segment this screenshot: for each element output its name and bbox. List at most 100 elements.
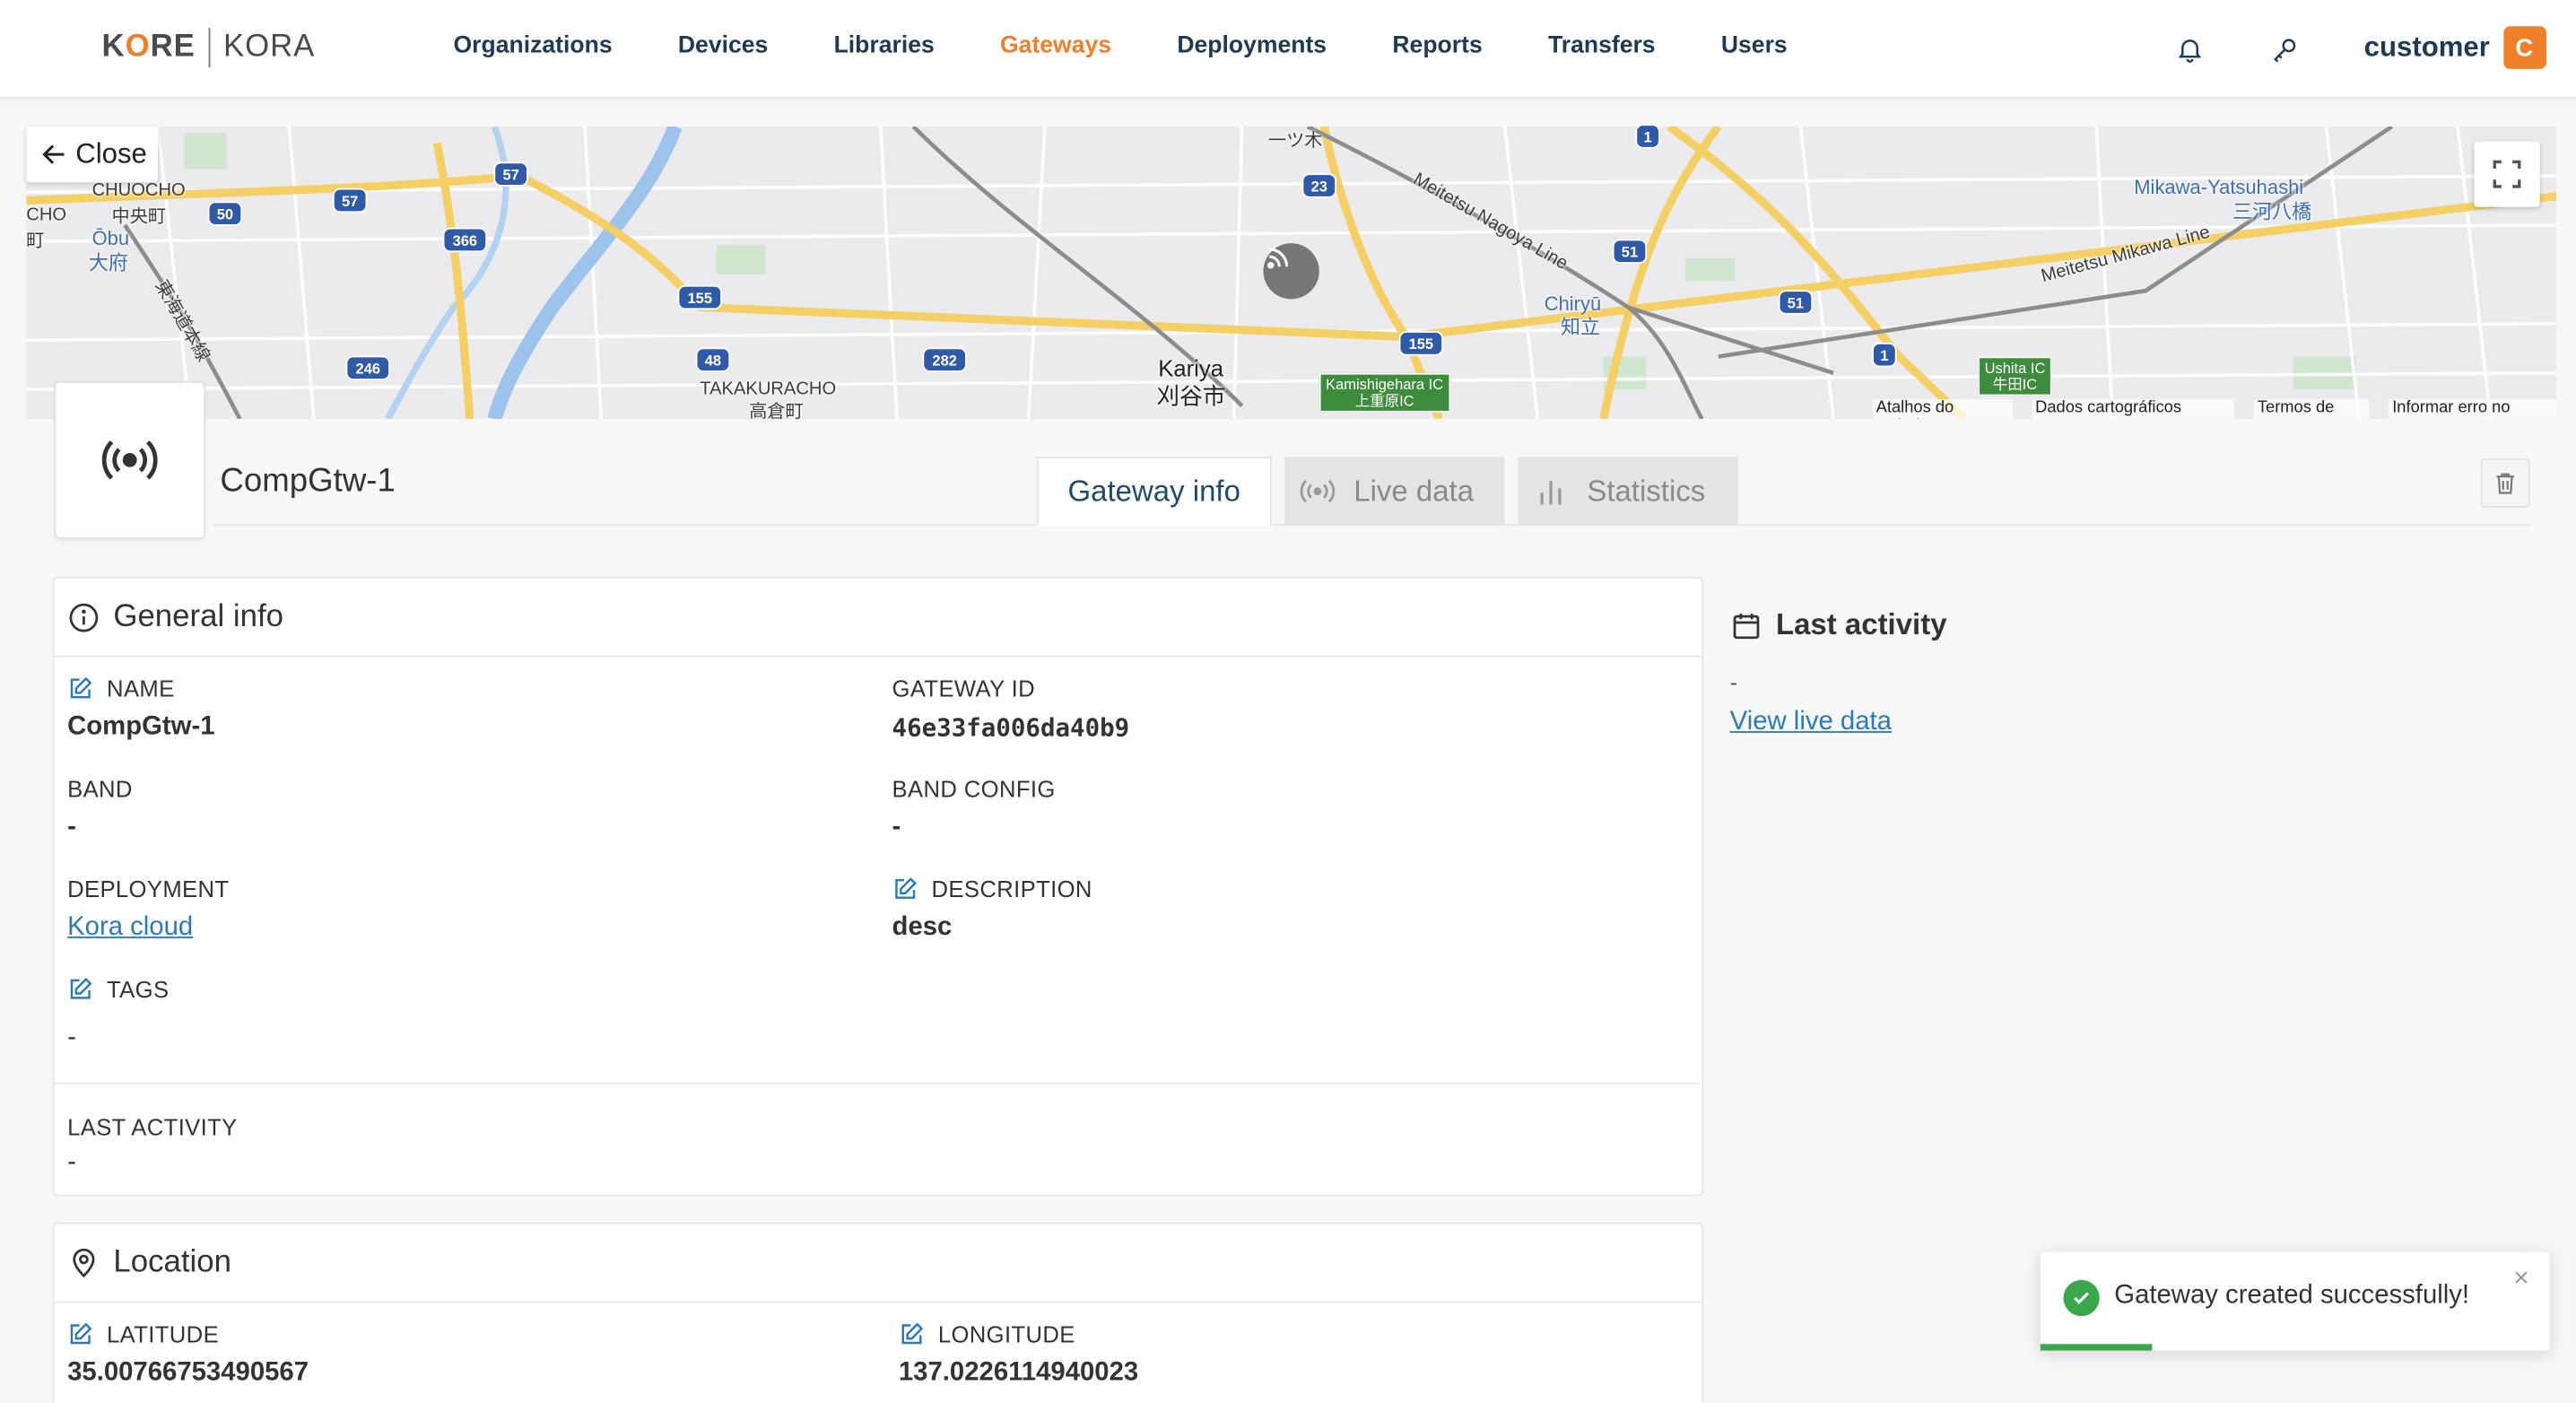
nav-gateways[interactable]: Gateways	[1000, 33, 1111, 59]
description-label: DESCRIPTION	[931, 876, 1092, 902]
logo-kora: KORA	[222, 29, 316, 65]
gateway-map-marker[interactable]	[1263, 243, 1319, 300]
edit-tags-icon[interactable]	[67, 976, 93, 1002]
map-attr-data: Dados cartográficos ©2023	[2032, 399, 2235, 420]
broadcast-icon	[101, 440, 158, 480]
delete-gateway-button[interactable]	[2480, 458, 2530, 508]
nav-reports[interactable]: Reports	[1392, 33, 1482, 59]
map-label-chuocho: CHUOCHO	[91, 180, 186, 201]
logo-kore-o: O	[125, 29, 151, 65]
close-button[interactable]: Close	[26, 126, 158, 183]
last-activity-panel-value: -	[1729, 668, 1738, 695]
longitude-field: LONGITUDE 137.0226114940023	[899, 1320, 1138, 1392]
top-header: KORE KORA Organizations Devices Librarie…	[0, 0, 2576, 99]
toast-progress-bar	[2040, 1344, 2153, 1351]
map-tag-ushita-en: Ushita IC	[1984, 360, 2046, 377]
longitude-label: LONGITUDE	[937, 1320, 1075, 1347]
tab-live-data[interactable]: Live data	[1284, 457, 1505, 527]
trash-icon	[2496, 473, 2514, 494]
tab-gateway-info-label: Gateway info	[1067, 474, 1240, 508]
map-attr-report[interactable]: Informar erro no mapa	[2389, 399, 2556, 420]
tab-statistics-label: Statistics	[1587, 474, 1706, 508]
name-label: NAME	[107, 675, 175, 702]
band-config-value: -	[892, 813, 901, 841]
map-label-kariya: Kariya	[1158, 354, 1223, 381]
last-activity-field: LAST ACTIVITY -	[67, 1112, 238, 1181]
nav-libraries[interactable]: Libraries	[834, 33, 935, 59]
location-card: Location LATITUDE 35.00766753490567 LONG…	[52, 1222, 1704, 1403]
broadcast-icon	[1298, 476, 1337, 506]
deployment-link[interactable]: Kora cloud	[67, 913, 229, 946]
kore-kora-logo[interactable]: KORE KORA	[102, 28, 316, 68]
map-attr-terms[interactable]: Termos de Uso	[2254, 399, 2370, 420]
calendar-icon	[1733, 613, 1760, 639]
user-menu[interactable]: customer C	[2364, 26, 2546, 69]
key-icon[interactable]	[2267, 31, 2303, 67]
toast-message: Gateway created successfully!	[2114, 1281, 2470, 1310]
arrow-left-icon	[42, 144, 65, 164]
general-info-header: General info	[54, 579, 1702, 658]
map-label-cho: CHO	[26, 205, 67, 225]
latitude-field: LATITUDE 35.00766753490567	[67, 1320, 309, 1392]
edit-description-icon[interactable]	[892, 876, 918, 902]
general-info-card: General info NAME CompGtw-1 GATEWAY ID 4…	[52, 576, 1704, 1197]
latitude-value: 35.00766753490567	[67, 1358, 309, 1387]
band-field: BAND -	[67, 774, 133, 847]
logo-kore-re: RE	[150, 29, 196, 65]
fullscreen-icon	[2493, 160, 2521, 188]
map-label-hitotsugi: 一ツ木	[1267, 131, 1323, 152]
band-value: -	[67, 813, 76, 841]
general-info-divider	[54, 1083, 1702, 1085]
map-label-mikawa-yatsuhashi-jp: 三河八橋	[2232, 200, 2312, 224]
edit-longitude-icon[interactable]	[899, 1321, 925, 1347]
toast-close-icon[interactable]: ×	[2513, 1265, 2528, 1294]
deployment-field: DEPLOYMENT Kora cloud	[67, 874, 229, 946]
bar-chart-icon	[1531, 476, 1571, 506]
description-value: desc	[892, 913, 953, 942]
view-live-data-link[interactable]: View live data	[1730, 708, 1947, 737]
deployment-label: DEPLOYMENT	[67, 876, 230, 902]
nav-devices[interactable]: Devices	[678, 33, 768, 59]
edit-latitude-icon[interactable]	[67, 1321, 93, 1347]
longitude-value: 137.0226114940023	[898, 1358, 1139, 1387]
bell-icon[interactable]	[2171, 31, 2207, 67]
general-info-title: General info	[113, 598, 283, 634]
map-label-chuocho-jp: 中央町	[111, 206, 166, 227]
check-circle-icon	[2063, 1279, 2100, 1317]
map-label-takakuracho-jp: 高倉町	[749, 402, 804, 420]
map-label-mikawa-yatsuhashi: Mikawa-Yatsuhashi	[2134, 175, 2304, 199]
band-label: BAND	[67, 775, 133, 802]
map-label-cho-jp: 町	[26, 231, 45, 252]
last-activity-label: LAST ACTIVITY	[67, 1113, 238, 1141]
map-attribution: Atalhos do teclado Dados cartográficos ©…	[1873, 399, 2556, 420]
tab-statistics[interactable]: Statistics	[1518, 457, 1738, 527]
tags-label: TAGS	[107, 975, 170, 1003]
gateway-map[interactable]: CHUOCHO 中央町 Ōbu 大府 CHO 町 東海道本線 TAKAKURAC…	[26, 126, 2556, 420]
edit-name-icon[interactable]	[67, 675, 93, 702]
map-label-kariya-jp: 刈谷市	[1156, 382, 1226, 410]
logo-separator	[208, 28, 211, 68]
app-root: KORE KORA Organizations Devices Librarie…	[0, 0, 2576, 1403]
tags-value: -	[67, 1024, 76, 1052]
user-name: customer	[2363, 30, 2490, 63]
logo-kore: KORE	[102, 30, 196, 65]
map-attr-shortcuts[interactable]: Atalhos do teclado	[1873, 399, 2013, 420]
close-button-label: Close	[75, 137, 147, 170]
map-tag-ushita-jp: 牛田IC	[1992, 376, 2038, 393]
map-tag-kamishigehara: Kamishigehara IC 上重原IC	[1318, 372, 1450, 413]
tab-gateway-info[interactable]: Gateway info	[1036, 457, 1272, 527]
nav-users[interactable]: Users	[1721, 33, 1788, 59]
last-activity-heading: Last activity	[1730, 608, 1947, 642]
map-tag-kamishigehara-jp: 上重原IC	[1354, 392, 1414, 410]
map-label-chiryu-jp: 知立	[1561, 315, 1601, 339]
nav-deployments[interactable]: Deployments	[1177, 33, 1327, 59]
band-config-field: BAND CONFIG -	[892, 774, 1056, 847]
nav-transfers[interactable]: Transfers	[1548, 33, 1656, 59]
map-tag-ushita: Ushita IC 牛田IC	[1978, 356, 2052, 396]
name-value: CompGtw-1	[67, 712, 215, 742]
main-nav: Organizations Devices Libraries Gateways…	[454, 33, 1853, 59]
map-label-obu-jp: 大府	[88, 251, 128, 274]
nav-organizations[interactable]: Organizations	[454, 33, 613, 59]
map-fullscreen-button[interactable]	[2474, 141, 2540, 207]
last-activity-value: -	[67, 1148, 76, 1177]
